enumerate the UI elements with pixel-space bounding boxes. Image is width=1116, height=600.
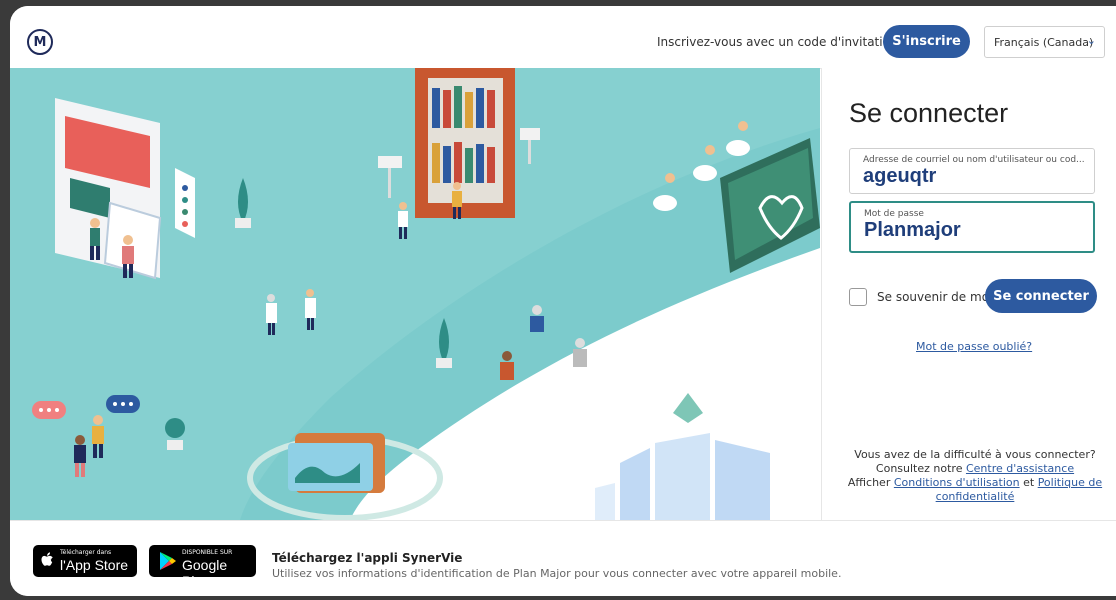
google-play-badge[interactable]: DISPONIBLE SUR Google Play (149, 545, 256, 589)
hero-illustration (10, 68, 820, 520)
app-store-small-text: Télécharger dans (60, 549, 112, 556)
username-value: ageuqtr (863, 165, 937, 187)
app-window: M Inscrivez-vous avec un code d'invitati… (10, 6, 1116, 596)
password-value: Planmajor (864, 219, 961, 241)
app-store-text: l'App Store (60, 557, 129, 573)
legal-line: Afficher Conditions d'utilisation et Pol… (837, 476, 1113, 504)
help-section: Vous avez de la difficulté à vous connec… (837, 448, 1113, 504)
username-field[interactable]: Adresse de courriel ou nom d'utilisateur… (849, 148, 1095, 194)
signup-button[interactable]: S'inscrire (883, 25, 970, 58)
footer: Télécharger dans l'App Store DISPONIBLE … (10, 520, 1116, 596)
footer-subtitle: Utilisez vos informations d'identificati… (272, 567, 842, 580)
logo-icon[interactable]: M (27, 29, 53, 55)
remember-me: Se souvenir de moi (849, 288, 992, 306)
legal-prefix: Afficher (847, 476, 891, 489)
isometric-scene (10, 68, 820, 520)
forgot-password-link[interactable]: Mot de passe oublié? (916, 340, 1032, 353)
top-bar: M Inscrivez-vous avec un code d'invitati… (10, 6, 1116, 69)
app-store-badge[interactable]: Télécharger dans l'App Store (33, 545, 137, 577)
remember-me-checkbox[interactable] (849, 288, 867, 306)
google-play-text: Google Play (182, 557, 228, 589)
invite-code-link[interactable]: Inscrivez-vous avec un code d'invitation (657, 35, 898, 49)
language-value: Français (Canada) (994, 35, 1094, 49)
assistance-prefix: Consultez notre (875, 462, 963, 475)
login-title: Se connecter (849, 98, 1009, 128)
google-play-icon (160, 552, 176, 570)
terms-link[interactable]: Conditions d'utilisation (894, 476, 1020, 489)
remember-me-label[interactable]: Se souvenir de moi (877, 290, 992, 304)
username-label: Adresse de courriel ou nom d'utilisateur… (863, 155, 1085, 165)
login-button[interactable]: Se connecter (985, 279, 1097, 313)
bookshelf-illustration (415, 68, 515, 218)
legal-and: et (1023, 476, 1035, 489)
chevron-down-icon: ⌄ (1086, 34, 1096, 47)
password-field[interactable]: Mot de passe Planmajor (849, 201, 1095, 253)
apple-icon (41, 552, 53, 566)
login-panel: Se connecter Adresse de courriel ou nom … (821, 68, 1116, 520)
assistance-link[interactable]: Centre d'assistance (966, 462, 1074, 475)
assistance-line: Consultez notre Centre d'assistance (837, 462, 1113, 476)
language-select[interactable]: Français (Canada) ⌄ (984, 26, 1105, 58)
google-play-small-text: DISPONIBLE SUR (182, 549, 233, 556)
password-label: Mot de passe (864, 209, 924, 219)
help-line: Vous avez de la difficulté à vous connec… (854, 448, 1096, 461)
footer-title: Téléchargez l'appli SynerVie (272, 551, 463, 565)
